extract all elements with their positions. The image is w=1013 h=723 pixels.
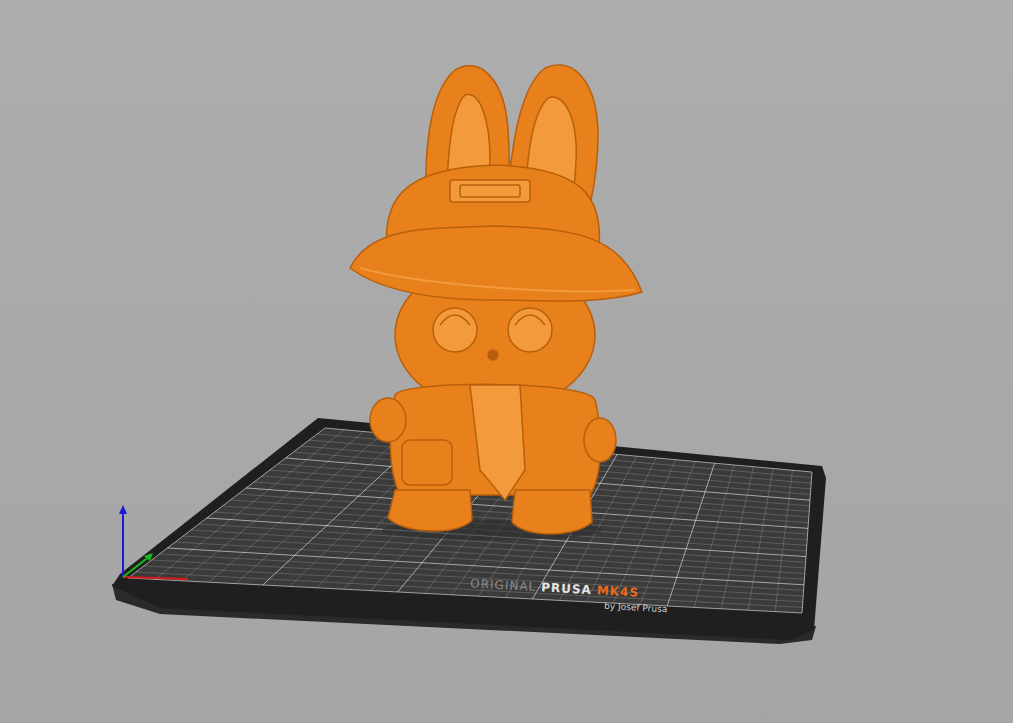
grid-line [802, 472, 812, 613]
grid-line [721, 467, 753, 609]
grid-line [182, 432, 364, 581]
bed-logo-text: ORIGINALPRUSAMK4S [470, 576, 640, 599]
bed-byline: by Josef Prusa [604, 601, 668, 615]
grid-line [667, 463, 714, 606]
grid-line [209, 433, 384, 582]
grid-line [128, 578, 802, 613]
grid-line [207, 518, 806, 557]
bed-logo: ORIGINALPRUSAMK4S by Josef Prusa [469, 576, 668, 614]
scene[interactable]: ORIGINALPRUSAMK4S by Josef Prusa [0, 0, 1013, 723]
grid-line [136, 572, 803, 607]
grid-line [775, 470, 792, 611]
grid-line [640, 461, 695, 604]
grid-line [748, 468, 773, 610]
model-figure[interactable] [350, 65, 642, 534]
grid-line [215, 512, 807, 551]
axes-icon [119, 505, 188, 579]
grid-line [236, 435, 403, 584]
viewport-3d[interactable]: ORIGINALPRUSAMK4S by Josef Prusa [0, 0, 1013, 723]
